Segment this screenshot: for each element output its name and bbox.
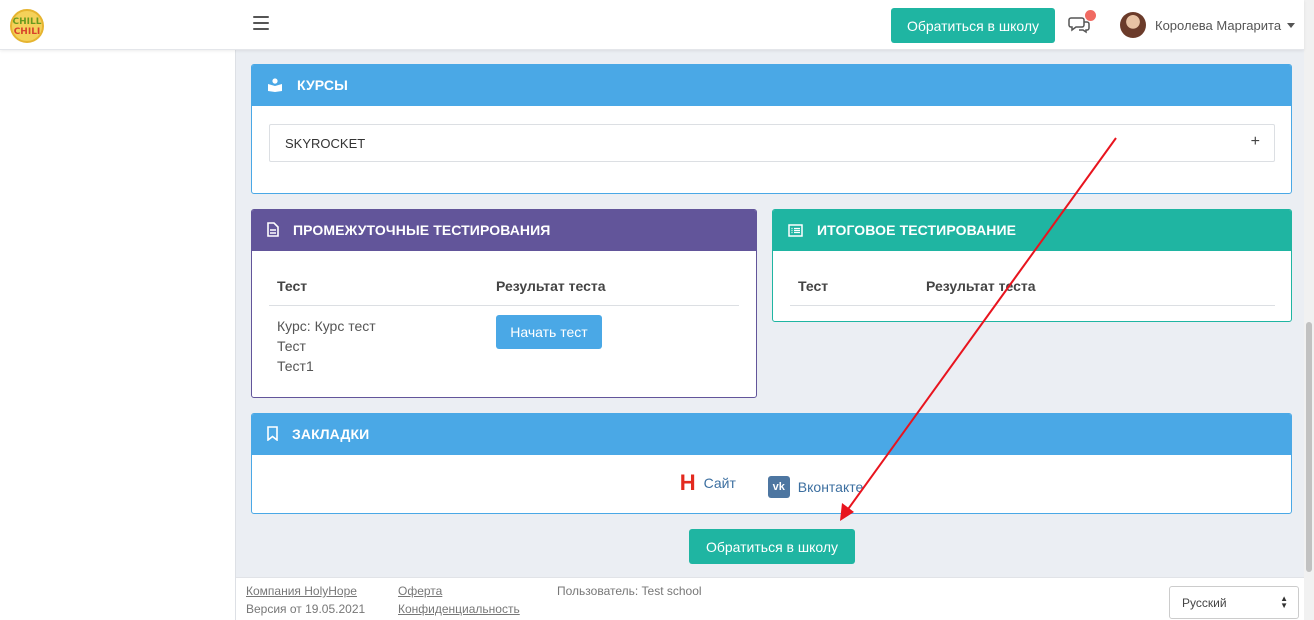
company-link[interactable]: Компания HolyHope — [246, 584, 357, 598]
menu-toggle-icon[interactable] — [253, 16, 269, 32]
scrollbar-thumb[interactable] — [1306, 322, 1312, 572]
select-arrows-icon: ▲ ▼ — [1280, 594, 1288, 610]
vk-icon: vk — [767, 476, 790, 498]
bookmarks-panel: Закладки H Сайт vk Вконтакте — [251, 413, 1292, 514]
top-bar: CHILL CHILI Обратиться в школу Королева … — [0, 0, 1304, 50]
list-icon — [788, 212, 803, 253]
footer: Компания HolyHope Версия от 19.05.2021 О… — [236, 577, 1304, 620]
document-icon — [267, 212, 279, 253]
expand-plus-icon[interactable]: + — [1251, 133, 1260, 151]
bookmarks-header: Закладки — [252, 414, 1291, 455]
final-test-header: Итоговое тестирование — [773, 210, 1291, 251]
bookmark-icon — [267, 416, 278, 457]
language-select[interactable]: Русский ▲ ▼ — [1169, 586, 1299, 619]
interim-tests-table: Тест Результат теста Курс: Курс тест Тес… — [269, 268, 739, 386]
school-logo[interactable]: CHILL CHILI — [10, 9, 44, 43]
start-test-button[interactable]: Начать тест — [496, 314, 602, 349]
privacy-link[interactable]: Конфиденциальность — [398, 602, 520, 616]
contact-school-button[interactable]: Обратиться в школу — [891, 8, 1055, 43]
holyhope-icon: H — [679, 470, 696, 495]
courses-panel-header: Курсы — [252, 65, 1291, 106]
final-test-panel: Итоговое тестирование Тест Результат тес… — [772, 209, 1292, 322]
chat-icon[interactable] — [1068, 10, 1096, 37]
page-scrollbar[interactable] — [1304, 0, 1314, 620]
sidebar — [0, 50, 236, 620]
test-course-line: Курс: Курс тест — [277, 317, 376, 334]
interim-tests-header: Промежуточные тестирования — [252, 210, 756, 251]
book-reader-icon — [267, 67, 283, 108]
bookmark-links: H Сайт vk Вконтакте — [252, 472, 1291, 498]
bookmarks-title: Закладки — [292, 426, 370, 442]
caret-down-icon — [1287, 23, 1296, 28]
bookmark-vk-link[interactable]: vk Вконтакте — [767, 476, 864, 498]
course-item-skyrocket[interactable]: SKYROCKET + — [269, 124, 1275, 162]
user-menu[interactable]: Королева Маргарита — [1155, 18, 1296, 33]
user-avatar[interactable] — [1120, 12, 1146, 38]
offer-link[interactable]: Оферта — [398, 584, 442, 598]
test-name-line: Тест — [277, 337, 306, 354]
final-test-table: Тест Результат теста — [790, 268, 1275, 306]
notification-dot — [1085, 10, 1096, 21]
column-header-result: Результат теста — [488, 268, 739, 306]
column-header-result: Результат теста — [918, 268, 1275, 306]
interim-tests-panel: Промежуточные тестирования Тест Результа… — [251, 209, 757, 398]
contact-school-button-bottom[interactable]: Обратиться в школу — [689, 529, 855, 564]
courses-panel: Курсы SKYROCKET + — [251, 64, 1292, 194]
bookmark-vk-label: Вконтакте — [797, 479, 864, 495]
table-row: Курс: Курс тест Тест Тест1 Начать тест — [269, 305, 739, 386]
final-test-title: Итоговое тестирование — [817, 222, 1017, 238]
logo-line-1: CHILL — [12, 17, 42, 27]
version-text: Версия от 19.05.2021 — [246, 602, 366, 616]
column-header-test: Тест — [790, 268, 918, 306]
column-header-test: Тест — [269, 268, 488, 306]
logo-line-2: CHILI — [13, 27, 41, 37]
bookmark-site-link[interactable]: H Сайт — [680, 472, 736, 494]
user-info-text: Пользователь: Test school — [557, 584, 702, 598]
interim-tests-title: Промежуточные тестирования — [293, 222, 551, 238]
test-subname-line: Тест1 — [277, 357, 314, 374]
bookmark-site-label: Сайт — [703, 475, 736, 491]
course-name: SKYROCKET — [285, 136, 366, 151]
language-selected: Русский — [1182, 596, 1227, 610]
user-name: Королева Маргарита — [1155, 18, 1282, 33]
courses-panel-title: Курсы — [297, 77, 348, 93]
